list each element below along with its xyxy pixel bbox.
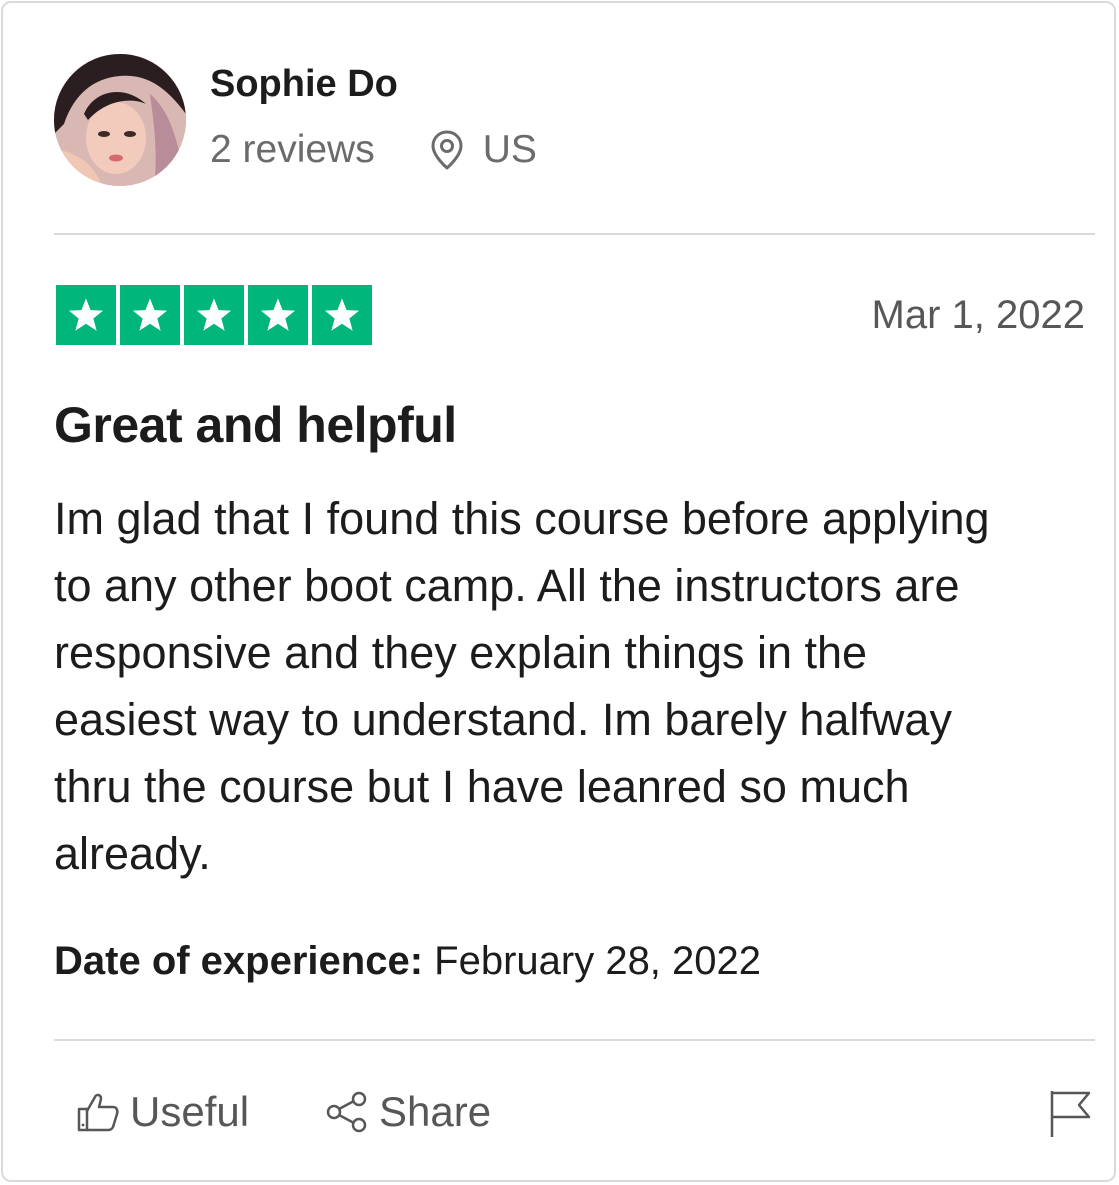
useful-label: Useful [130,1088,250,1135]
star-icon [56,285,116,345]
star-icon [184,285,244,345]
flag-icon[interactable] [1049,1089,1093,1139]
star-icon [312,285,372,345]
experience-label: Date of experience: [54,939,424,983]
reviewer-country: US [482,128,537,171]
review-body: Im glad that I found this course before … [54,485,1104,887]
header-divider [54,233,1095,235]
avatar-image [54,54,186,186]
star-icon [120,285,180,345]
footer-divider [54,1039,1095,1041]
useful-button[interactable]: Useful [76,1088,249,1136]
review-body-line: thru the course but I have leanred so mu… [54,761,910,812]
avatar[interactable] [54,54,186,186]
review-body-line: Im glad that I found this course before … [54,493,990,544]
share-icon [326,1091,367,1133]
review-body-line: already. [54,828,211,879]
share-label: Share [379,1088,492,1135]
review-body-line: to any other boot camp. All the instruct… [54,560,960,611]
star-icon [248,285,308,345]
reviewer-meta: 2 reviews US [210,128,537,172]
date-of-experience: Date of experience: February 28, 2022 [54,939,761,984]
review-date: Mar 1, 2022 [871,293,1085,337]
star-rating [56,285,372,345]
review-title[interactable]: Great and helpful [54,396,457,454]
review-body-line: responsive and they explain things in th… [54,627,868,678]
experience-date: February 28, 2022 [423,939,762,983]
review-card: Sophie Do 2 reviews US Mar 1, 2022 Great [1,1,1116,1182]
reviewer-name[interactable]: Sophie Do [210,63,398,106]
review-body-line: easiest way to understand. Im barely hal… [54,694,952,745]
reviews-count: 2 reviews [210,128,375,171]
map-pin-icon [427,128,467,172]
share-button[interactable]: Share [325,1088,491,1136]
thumbs-up-icon [77,1093,119,1132]
